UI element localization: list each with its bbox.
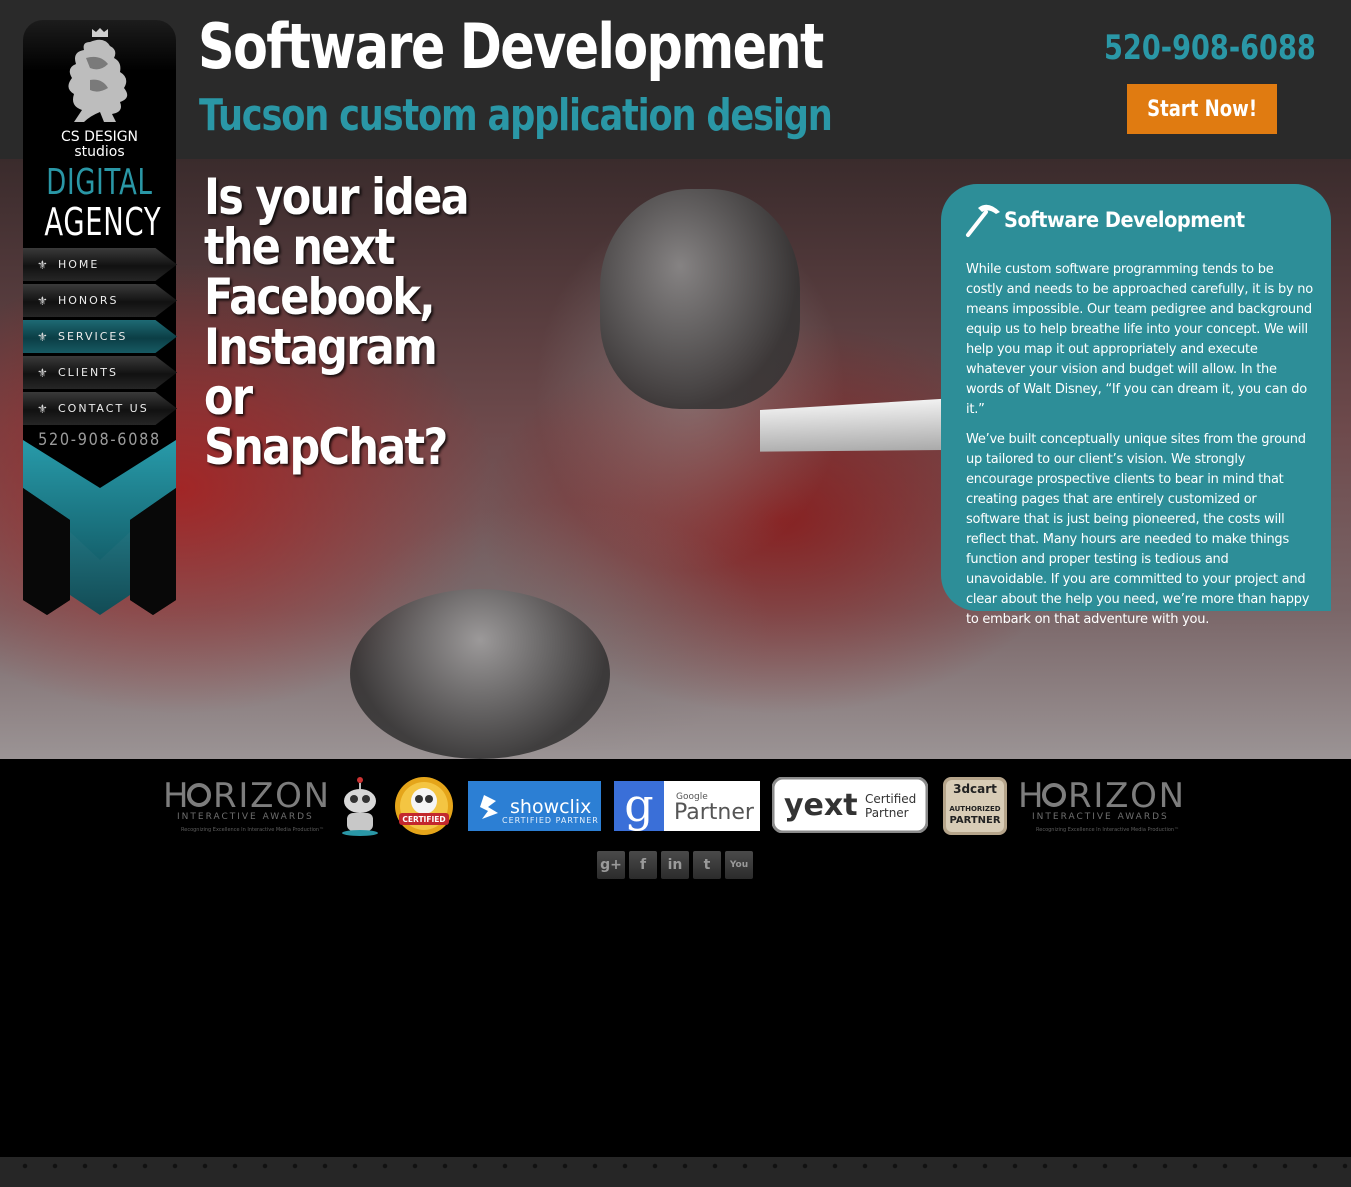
panel-paragraph: We’ve built conceptually unique sites fr… [966,432,1310,627]
brand-name: CS DESIGN studios [23,130,176,160]
knight-shoulder-shape [350,589,610,759]
fleur-de-lis-icon: ⚜ [37,293,48,308]
3dcart-line2: PARTNER [949,815,1000,826]
brand-line-2: studios [74,144,125,160]
main-nav: ⚜ HOME ⚜ HONORS ⚜ SERVICES ⚜ CLIENTS ⚜ C… [23,248,177,428]
showclix-name: showclix [510,796,591,818]
page-title: Software Development [198,10,824,83]
social-links: g+ f in t You [597,851,753,879]
hammer-icon [966,204,1000,237]
rivet-decoration [0,1163,1351,1169]
nav-item-home[interactable]: ⚜ HOME [23,248,177,281]
fleur-de-lis-icon: ⚜ [37,365,48,380]
brand-line-1: CS DESIGN [60,129,139,145]
google-g-icon: g [624,781,653,831]
nav-label: HONORS [58,294,119,307]
nav-item-services[interactable]: ⚜ SERVICES [23,320,177,353]
panel-header: Software Development [966,202,1313,238]
yext-line2: Partner [865,806,909,820]
page-subtitle: Tucson custom application design [199,90,833,141]
horizon-o-icon [187,783,211,807]
3dcart-line1: AUTHORIZED [949,805,1000,813]
google-partner-label: Partner [674,800,755,825]
youtube-icon[interactable]: You [725,851,753,879]
horizon-subtitle: INTERACTIVE AWARDS [1032,812,1169,822]
horizon-tagline: Recognizing Excellence In Interactive Me… [1036,827,1179,833]
start-now-label: Start Now! [1147,96,1257,122]
yext-name: yext [784,788,858,823]
3dcart-authorized-partner-badge[interactable]: 3dcart AUTHORIZED PARTNER [943,777,1007,835]
nav-item-clients[interactable]: ⚜ CLIENTS [23,356,177,389]
nav-label: SERVICES [58,330,128,343]
google-plus-icon[interactable]: g+ [597,851,625,879]
panel-paragraph: While custom software programming tends … [966,262,1313,417]
nav-label: CONTACT US [58,402,149,415]
showclix-subtitle: CERTIFIED PARTNER [502,816,599,825]
hero-headline: Is your idea the next Facebook, Instagra… [204,168,470,476]
horizon-o-icon [1042,783,1066,807]
horizon-word: RIZON [213,776,329,816]
twitter-icon[interactable]: t [693,851,721,879]
facebook-icon[interactable]: f [629,851,657,879]
yext-line1: Certified [865,792,916,806]
nav-label: CLIENTS [58,366,118,379]
fleur-de-lis-icon: ⚜ [37,401,48,416]
sidebar-ribbon-decoration [23,440,176,615]
horizon-lead-letter: H [1018,776,1044,816]
panel-title: Software Development [1004,208,1245,232]
linkedin-icon[interactable]: in [661,851,689,879]
knight-helmet-shape [600,189,800,409]
horizon-awards-badge[interactable]: H RIZON INTERACTIVE AWARDS Recognizing E… [1018,775,1186,837]
nav-item-honors[interactable]: ⚜ HONORS [23,284,177,317]
google-partner-badge[interactable]: g Google Partner [614,781,760,831]
horizon-tagline: Recognizing Excellence In Interactive Me… [181,827,324,833]
robot-mascot-badge[interactable] [337,775,383,837]
brand-digital: DIGITAL [46,162,153,203]
lion-crest-logo[interactable] [60,28,140,124]
yext-certified-partner-badge[interactable]: yext Certified Partner [772,777,928,833]
nav-item-contact-us[interactable]: ⚜ CONTACT US [23,392,177,425]
hootsuite-certified-badge[interactable]: CERTIFIED [393,775,455,837]
hootsuite-label: CERTIFIED [402,815,445,824]
header-phone-link[interactable]: 520-908-6088 [1104,28,1316,68]
fleur-de-lis-icon: ⚜ [37,329,48,344]
footer-strip [0,1157,1351,1187]
sidebar: CS DESIGN studios DIGITAL AGENCY ⚜ HOME … [23,20,177,615]
nav-label: HOME [58,258,100,271]
partner-badges: H RIZON INTERACTIVE AWARDS Recognizing E… [0,759,1351,849]
horizon-subtitle: INTERACTIVE AWARDS [177,812,314,822]
start-now-button[interactable]: Start Now! [1127,84,1277,134]
info-panel: Software Development While custom softwa… [941,184,1331,627]
3dcart-name: 3dcart [953,782,997,796]
sidebar-phone[interactable]: 520-908-6088 [34,430,164,450]
horizon-lead-letter: H [163,776,189,816]
brand-agency: AGENCY [44,200,162,244]
showclix-partner-badge[interactable]: showclix CERTIFIED PARTNER [468,781,601,831]
fleur-de-lis-icon: ⚜ [37,257,48,272]
horizon-awards-badge[interactable]: H RIZON INTERACTIVE AWARDS Recognizing E… [163,775,331,837]
horizon-word: RIZON [1068,776,1184,816]
